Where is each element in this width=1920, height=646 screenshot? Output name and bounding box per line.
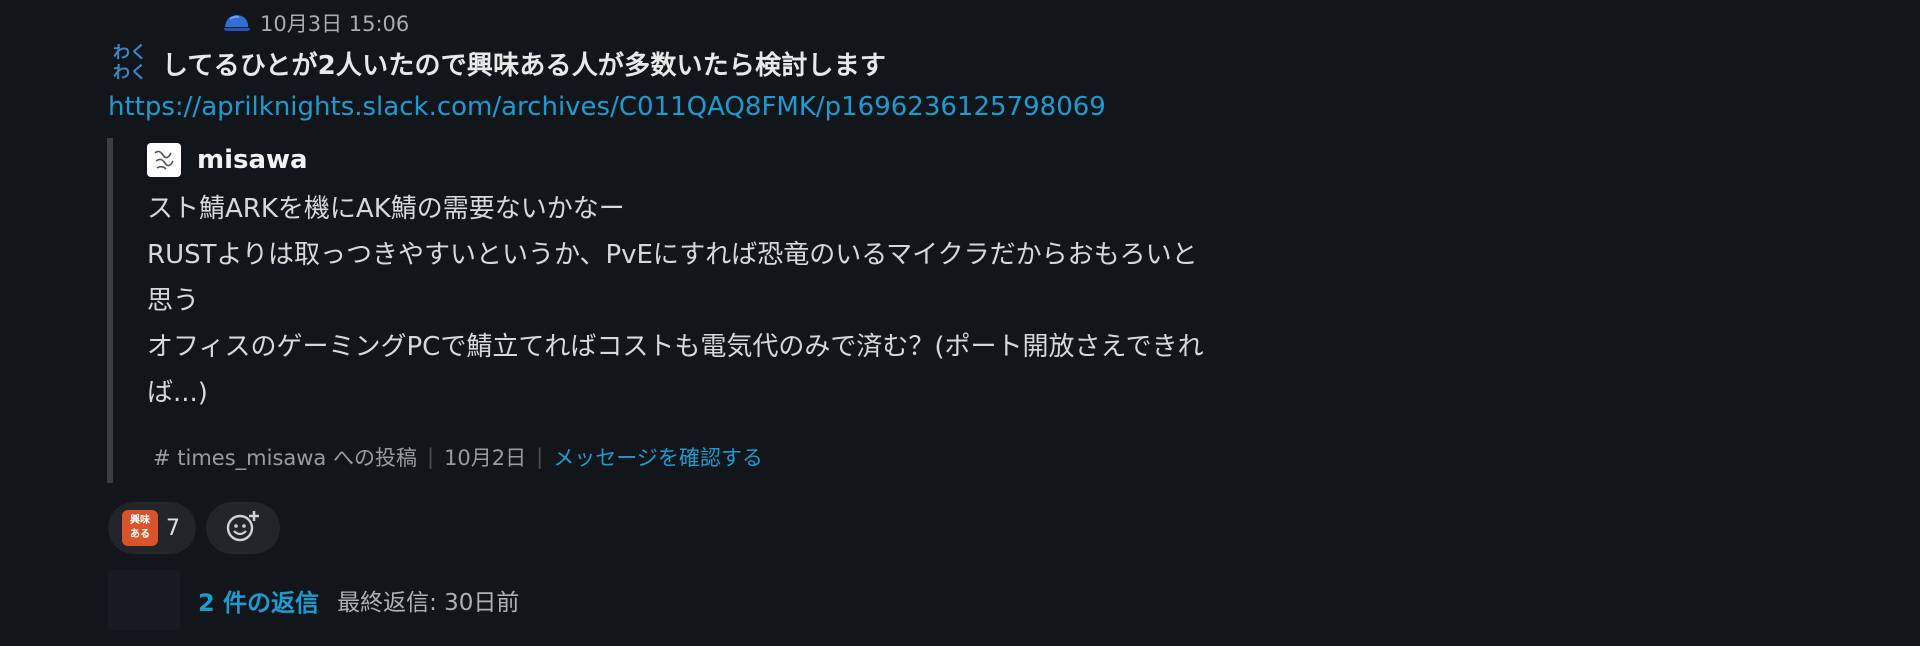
quote-date[interactable]: 10月2日 bbox=[444, 442, 526, 472]
quote-footer: # times_misawa への投稿 | 10月2日 | メッセージを確認する bbox=[153, 442, 763, 472]
quote-line: ば...) bbox=[147, 378, 208, 408]
thread-avatars bbox=[108, 570, 180, 630]
view-message-link[interactable]: メッセージを確認する bbox=[553, 442, 763, 472]
avatar[interactable] bbox=[147, 143, 181, 177]
emoji-text: わく bbox=[113, 43, 147, 63]
interested-emoji: 興味 ある bbox=[122, 510, 158, 546]
thread-summary[interactable]: 2 件の返信 最終返信: 30日前 bbox=[108, 570, 519, 630]
add-emoji-icon bbox=[224, 509, 262, 547]
message-header: 10月3日 15:06 bbox=[222, 8, 409, 38]
message-link[interactable]: https://aprilknights.slack.com/archives/… bbox=[108, 92, 1106, 122]
shared-message-quote: misawa スト鯖ARKを機にAK鯖の需要ないかなー RUSTよりは取っつきや… bbox=[107, 138, 1407, 483]
quote-line: スト鯖ARKを機にAK鯖の需要ないかなー bbox=[147, 194, 625, 224]
quote-header: misawa bbox=[147, 140, 1407, 180]
quote-line: オフィスのゲーミングPCで鯖立てればコストも電気代のみで済む？(ポート開放さえで… bbox=[147, 332, 1204, 362]
quote-author[interactable]: misawa bbox=[197, 145, 308, 175]
quote-line: 思う bbox=[147, 286, 200, 316]
cap-icon bbox=[222, 11, 252, 35]
add-reaction-button[interactable] bbox=[206, 502, 280, 554]
reactions-bar: 興味 ある 7 bbox=[108, 502, 280, 554]
thread-last-reply: 最終返信: 30日前 bbox=[337, 590, 520, 616]
emoji-text: 興味 bbox=[130, 515, 150, 526]
quote-channel[interactable]: # times_misawa への投稿 bbox=[153, 442, 417, 472]
message-body: わく わく してるひとが2人いたので興味ある人が多数いたら検討します bbox=[108, 42, 886, 84]
separator: | bbox=[536, 445, 544, 469]
reaction-count: 7 bbox=[166, 515, 180, 541]
wakuwaku-emoji: わく わく bbox=[108, 42, 152, 84]
quote-line: RUSTよりは取っつきやすいというか、PvEにすれば恐竜のいるマイクラだからおも… bbox=[147, 240, 1198, 270]
emoji-text: わく bbox=[113, 63, 147, 83]
emoji-text: ある bbox=[130, 529, 150, 540]
quote-body: スト鯖ARKを機にAK鯖の需要ないかなー RUSTよりは取っつきやすいというか、… bbox=[147, 186, 1407, 416]
message-text: してるひとが2人いたので興味ある人が多数いたら検討します bbox=[162, 50, 887, 81]
message-timestamp[interactable]: 10月3日 15:06 bbox=[260, 8, 409, 38]
thread-reply-count[interactable]: 2 件の返信 bbox=[198, 583, 319, 618]
separator: | bbox=[426, 445, 435, 469]
reaction-pill[interactable]: 興味 ある 7 bbox=[108, 502, 196, 554]
